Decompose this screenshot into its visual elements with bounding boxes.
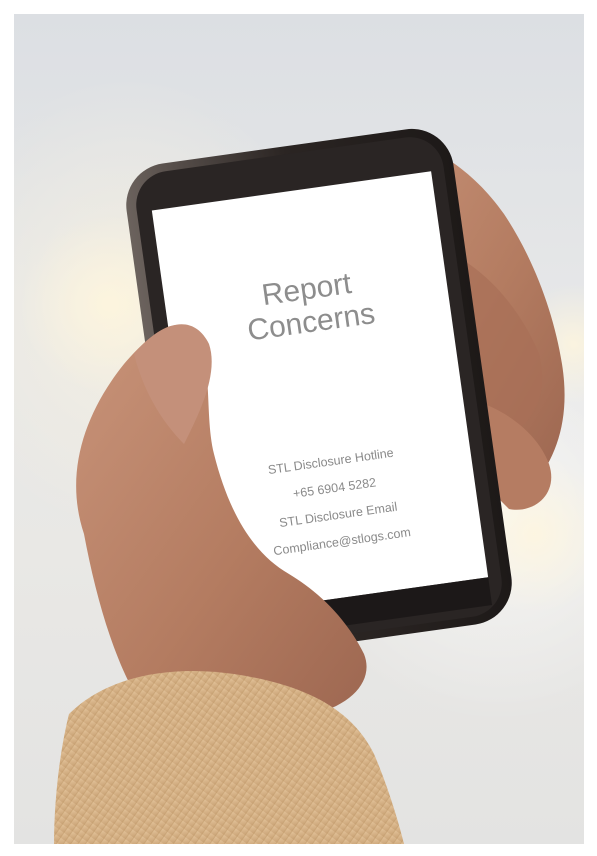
phone-screen-content: Report Concerns STL Disclosure Hotline +… <box>142 175 502 624</box>
screen-title: Report Concerns <box>153 252 465 360</box>
contact-info: STL Disclosure Hotline +65 6904 5282 STL… <box>177 427 495 577</box>
photo-frame: Report Concerns STL Disclosure Hotline +… <box>0 0 597 856</box>
sweater-sleeve <box>54 670 404 844</box>
photo: Report Concerns STL Disclosure Hotline +… <box>14 14 584 844</box>
